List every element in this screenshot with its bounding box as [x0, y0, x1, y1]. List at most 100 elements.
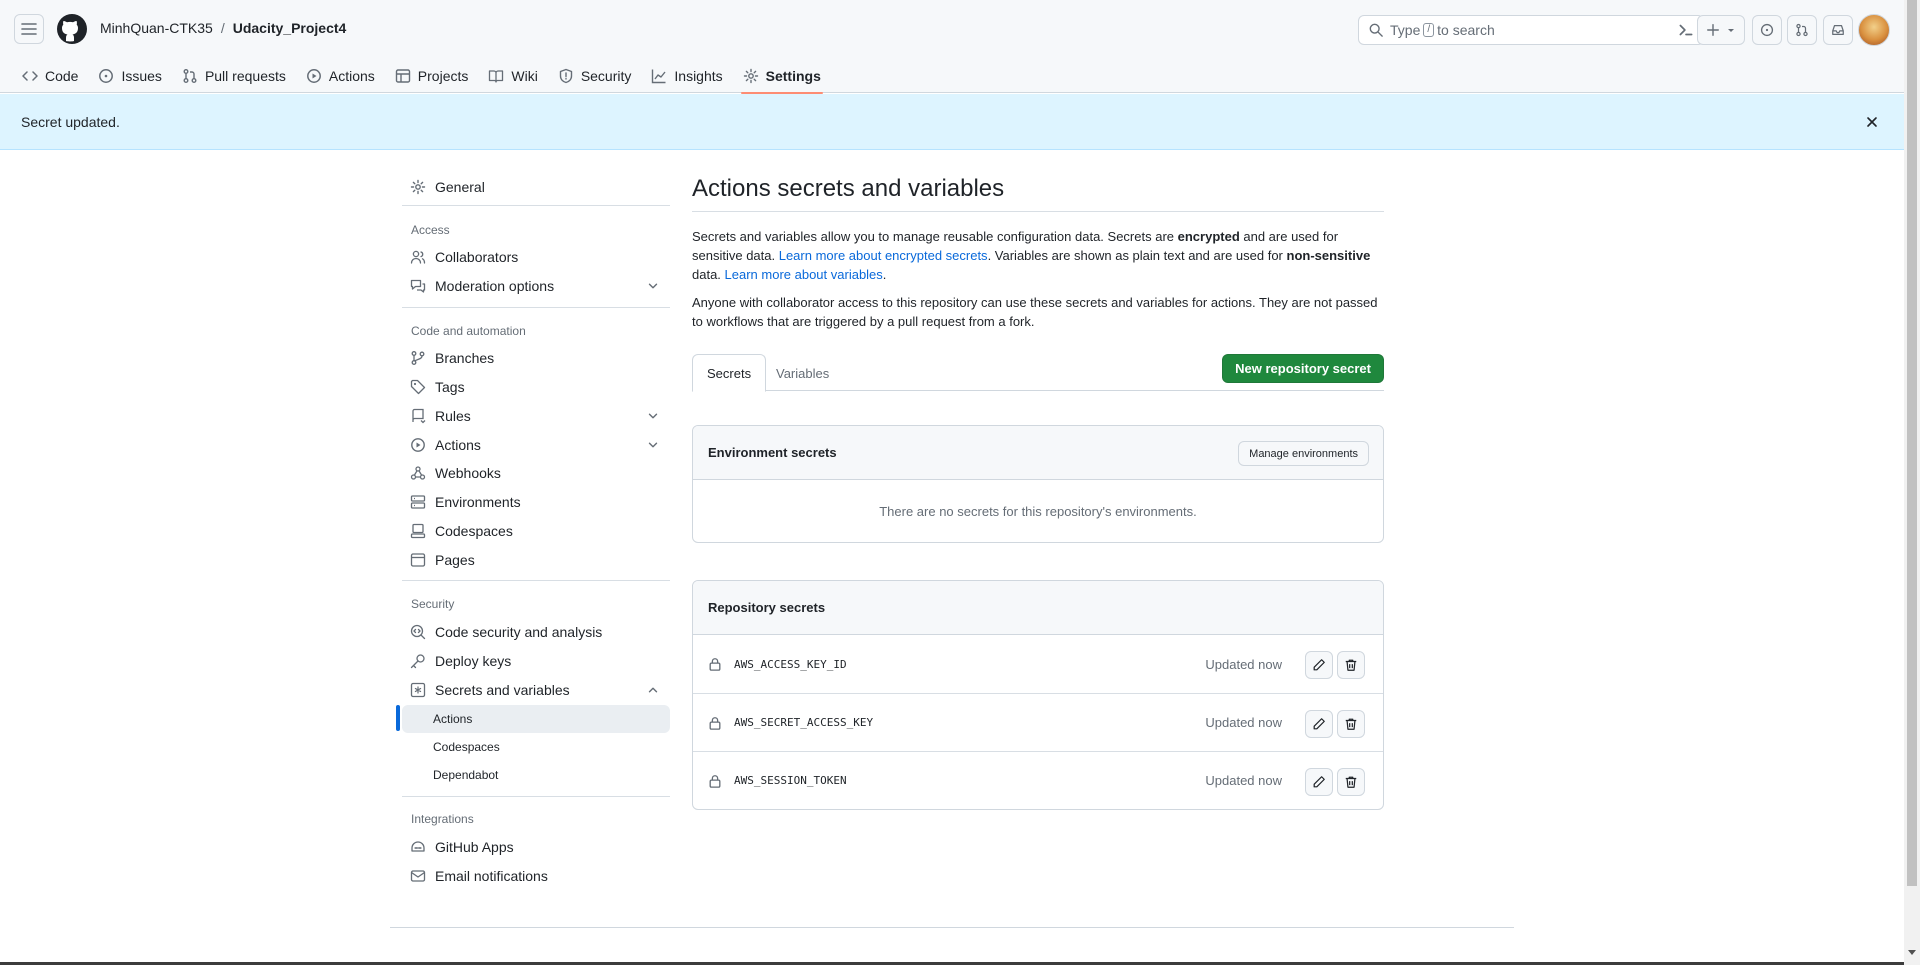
- sidebar-item-general[interactable]: General: [402, 172, 670, 202]
- sidebar-item-deploy-keys[interactable]: Deploy keys: [402, 646, 670, 676]
- page-scrollbar[interactable]: [1904, 0, 1920, 965]
- flash-notice: Secret updated.: [0, 94, 1904, 150]
- sidebar-item-codespaces[interactable]: Codespaces: [402, 516, 670, 546]
- issue-opened-icon: [1760, 23, 1774, 37]
- gear-icon: [410, 179, 426, 195]
- plus-icon: [1707, 24, 1719, 36]
- tab-insights[interactable]: Insights: [641, 58, 732, 93]
- sidebar-subitem-dependabot[interactable]: Dependabot: [402, 761, 670, 789]
- create-new-button[interactable]: [1697, 15, 1745, 45]
- edit-secret-button[interactable]: [1305, 768, 1333, 796]
- sidebar-item-branches[interactable]: Branches: [402, 343, 670, 373]
- sidebar-item-code-security[interactable]: Code security and analysis: [402, 617, 670, 647]
- search-input[interactable]: Type / to search: [1358, 15, 1704, 45]
- sidebar-heading-integrations: Integrations: [411, 812, 474, 826]
- tab-settings[interactable]: Settings: [733, 58, 831, 94]
- play-icon: [306, 68, 321, 83]
- sidebar-item-collaborators[interactable]: Collaborators: [402, 242, 670, 272]
- learn-more-variables-link[interactable]: Learn more about variables: [725, 267, 883, 282]
- sidebar-subitem-codespaces[interactable]: Codespaces: [402, 733, 670, 761]
- sidebar-item-label: Actions: [435, 437, 481, 453]
- learn-more-secrets-link[interactable]: Learn more about encrypted secrets: [779, 248, 988, 263]
- desc-text: data.: [692, 267, 725, 282]
- sidebar-divider: [402, 205, 670, 206]
- github-logo-icon[interactable]: [56, 13, 88, 45]
- tab-pull-requests[interactable]: Pull requests: [172, 58, 296, 93]
- sidebar-item-environments[interactable]: Environments: [402, 487, 670, 517]
- issue-opened-icon: [99, 68, 114, 83]
- tab-security[interactable]: Security: [548, 58, 642, 93]
- page-description: Secrets and variables allow you to manag…: [692, 227, 1384, 284]
- new-repository-secret-button[interactable]: New repository secret: [1222, 354, 1384, 383]
- scroll-down-arrow-icon[interactable]: [1908, 950, 1916, 955]
- git-pull-request-icon: [183, 68, 197, 83]
- lock-icon: [709, 716, 721, 730]
- tab-settings-label: Settings: [765, 67, 821, 84]
- trash-icon: [1345, 776, 1357, 788]
- tab-wiki-label: Wiki: [511, 67, 538, 84]
- sidebar-item-tags[interactable]: Tags: [402, 372, 670, 402]
- sidebar-item-rules[interactable]: Rules: [402, 401, 670, 431]
- hamburger-menu-button[interactable]: [14, 14, 44, 44]
- scrollbar-thumb[interactable]: [1907, 0, 1917, 886]
- desc-text: Secrets and variables allow you to manag…: [692, 229, 1178, 244]
- lock-icon: [709, 774, 721, 788]
- pencil-icon: [1313, 659, 1325, 671]
- sidebar-item-label: General: [435, 179, 485, 195]
- secret-name: AWS_ACCESS_KEY_ID: [734, 657, 847, 671]
- hubot-icon: [411, 841, 425, 852]
- desc-bold-encrypted: encrypted: [1177, 229, 1240, 244]
- tab-projects[interactable]: Projects: [385, 58, 479, 93]
- repo-owner-link[interactable]: MinhQuan-CTK35: [100, 20, 213, 36]
- tab-actions[interactable]: Actions: [296, 58, 385, 93]
- tab-variables[interactable]: Variables: [762, 354, 843, 392]
- delete-secret-button[interactable]: [1337, 768, 1365, 796]
- sidebar-divider: [402, 796, 670, 797]
- sidebar-item-actions[interactable]: Actions: [402, 430, 670, 460]
- pull-requests-button[interactable]: [1787, 15, 1817, 45]
- sidebar-item-moderation[interactable]: Moderation options: [402, 271, 670, 301]
- table-icon: [395, 68, 410, 83]
- user-avatar[interactable]: [1858, 14, 1890, 46]
- shield-icon: [559, 68, 573, 83]
- edit-secret-button[interactable]: [1305, 651, 1333, 679]
- footer-divider: [390, 927, 1514, 928]
- inbox-button[interactable]: [1823, 15, 1853, 45]
- environment-secrets-header: Environment secrets Manage environments: [693, 426, 1383, 480]
- sidebar-divider: [402, 580, 670, 581]
- search-shortcut-key: /: [1423, 23, 1435, 37]
- tab-issues-label: Issues: [121, 67, 162, 84]
- repo-breadcrumb: MinhQuan-CTK35 / Udacity_Project4: [100, 20, 346, 36]
- trash-icon: [1345, 718, 1357, 730]
- sidebar-item-label: Codespaces: [435, 523, 513, 539]
- edit-secret-button[interactable]: [1305, 710, 1333, 738]
- lock-icon: [709, 658, 721, 671]
- sidebar-item-secrets-variables[interactable]: Secrets and variables: [402, 675, 670, 705]
- flash-close-button[interactable]: [1864, 114, 1880, 130]
- tab-wiki[interactable]: Wiki: [478, 58, 547, 93]
- delete-secret-button[interactable]: [1337, 651, 1365, 679]
- desc-text: .: [882, 267, 887, 282]
- command-palette-icon[interactable]: [1677, 21, 1695, 39]
- search-icon: [1369, 23, 1383, 37]
- sidebar-subitem-label: Dependabot: [433, 768, 499, 782]
- delete-secret-button[interactable]: [1337, 710, 1365, 738]
- manage-environments-button[interactable]: Manage environments: [1238, 441, 1369, 466]
- environment-secrets-title: Environment secrets: [708, 445, 837, 460]
- tab-issues[interactable]: Issues: [88, 58, 171, 93]
- secret-row: AWS_SESSION_TOKEN Updated now: [693, 751, 1383, 809]
- tab-code[interactable]: Code: [12, 58, 88, 93]
- app-header: MinhQuan-CTK35 / Udacity_Project4 Type /…: [0, 0, 1904, 94]
- sidebar-item-pages[interactable]: Pages: [402, 545, 670, 575]
- sidebar-item-label: Email notifications: [435, 868, 548, 884]
- issues-button[interactable]: [1752, 15, 1782, 45]
- tab-secrets[interactable]: Secrets: [692, 354, 767, 392]
- repo-name-link[interactable]: Udacity_Project4: [233, 20, 347, 36]
- key-asterisk-icon: [410, 682, 426, 698]
- sidebar-item-label: Deploy keys: [435, 653, 512, 669]
- sidebar-item-webhooks[interactable]: Webhooks: [402, 458, 670, 488]
- sidebar-item-email-notifications[interactable]: Email notifications: [402, 861, 670, 891]
- sidebar-subitem-actions[interactable]: Actions: [402, 705, 670, 733]
- tab-actions-label: Actions: [328, 67, 375, 84]
- sidebar-item-github-apps[interactable]: GitHub Apps: [402, 832, 670, 862]
